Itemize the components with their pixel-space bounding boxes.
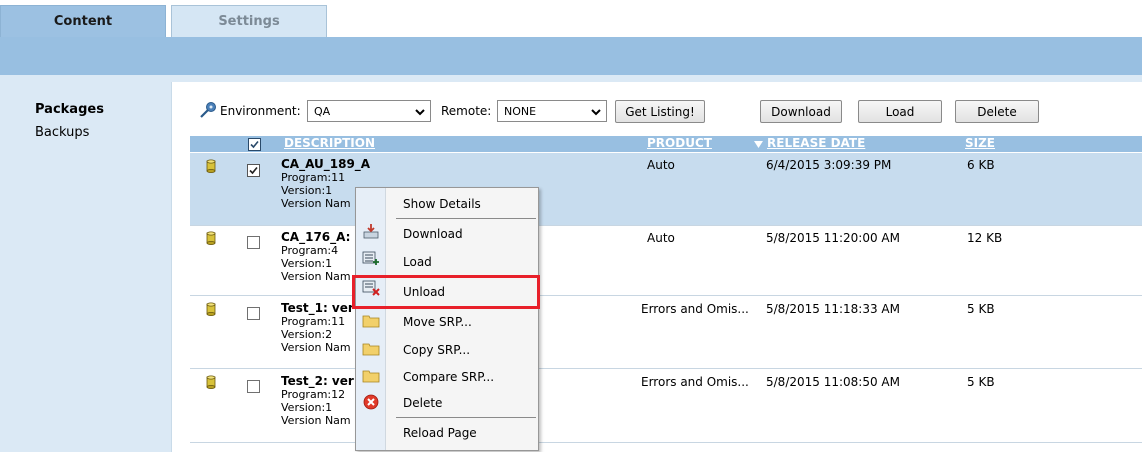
menu-separator: [396, 417, 536, 418]
menu-item-download[interactable]: Download: [403, 227, 463, 241]
row-version-name: Version Nam: [281, 414, 351, 427]
folder-icon: [362, 370, 380, 383]
row-description: Test_2: ver Program:12 Version:1 Version…: [281, 374, 354, 428]
package-icon: [206, 302, 216, 316]
remote-value: NONE: [504, 104, 537, 118]
package-icon: [206, 375, 216, 389]
folder-icon: [362, 315, 380, 328]
remote-label: Remote:: [441, 104, 492, 118]
download-icon: [363, 224, 379, 239]
row-product: Errors and Omis...: [641, 302, 749, 316]
row-size: 5 KB: [967, 375, 995, 389]
row-program: Program:11: [281, 315, 346, 328]
select-all-checkbox[interactable]: [248, 138, 261, 151]
header-banner: [0, 37, 1142, 75]
row-program: Program:12: [281, 388, 346, 401]
environment-key-icon: [200, 102, 216, 118]
row-release-date: 6/4/2015 3:09:39 PM: [766, 158, 892, 172]
row-version-name: Version Nam: [281, 341, 351, 354]
row-version: Version:1: [281, 257, 333, 270]
environment-value: QA: [314, 104, 331, 118]
header-size[interactable]: SIZE: [965, 136, 995, 150]
unload-highlight-box: [352, 275, 540, 309]
row-product: Errors and Omis...: [641, 375, 749, 389]
sidebar-item-backups[interactable]: Backups: [35, 125, 89, 140]
row-program: Program:11: [281, 171, 346, 184]
row-size: 12 KB: [967, 231, 1003, 245]
environment-select[interactable]: QA: [307, 100, 431, 122]
row-version: Version:1: [281, 401, 333, 414]
menu-item-move-srp[interactable]: Move SRP...: [403, 315, 472, 329]
package-icon: [206, 231, 216, 245]
header-description[interactable]: DESCRIPTION: [284, 136, 375, 150]
row-release-date: 5/8/2015 11:20:00 AM: [766, 231, 900, 245]
row-title: Test_2: ver: [281, 374, 354, 388]
row-program: Program:4: [281, 244, 339, 257]
row-description: Test_1: ver Program:11 Version:2 Version…: [281, 301, 354, 355]
header-product[interactable]: PRODUCT: [647, 136, 712, 150]
package-icon: [206, 159, 216, 173]
row-size: 5 KB: [967, 302, 995, 316]
get-listing-button[interactable]: Get Listing!: [615, 100, 705, 123]
row-product: Auto: [647, 231, 675, 245]
row-release-date: 5/8/2015 11:08:50 AM: [766, 375, 900, 389]
row-title: CA_176_A:: [281, 230, 351, 244]
row-title: Test_1: ver: [281, 301, 354, 315]
folder-icon: [362, 343, 380, 356]
chevron-down-icon: [415, 109, 425, 116]
remote-select[interactable]: NONE: [497, 100, 607, 122]
row-description: CA_176_A: Program:4 Version:1 Version Na…: [281, 230, 351, 284]
row-checkbox[interactable]: [247, 164, 260, 177]
load-button[interactable]: Load: [858, 100, 942, 123]
menu-item-load[interactable]: Load: [403, 255, 432, 269]
tab-bar: Content Settings: [0, 0, 1142, 37]
tab-content[interactable]: Content: [0, 5, 166, 37]
chevron-down-icon: [591, 109, 601, 116]
row-size: 6 KB: [967, 158, 995, 172]
menu-item-reload-page[interactable]: Reload Page: [403, 426, 477, 440]
menu-item-copy-srp[interactable]: Copy SRP...: [403, 343, 470, 357]
sidebar: Packages Backups: [0, 82, 172, 452]
menu-item-delete[interactable]: Delete: [403, 396, 442, 410]
context-menu: Show Details Download Load Unload Move S…: [355, 187, 539, 451]
menu-item-compare-srp[interactable]: Compare SRP...: [403, 370, 494, 384]
row-product: Auto: [647, 158, 675, 172]
sort-desc-icon: [754, 141, 763, 148]
row-title: CA_AU_189_A: [281, 157, 371, 171]
environment-label: Environment:: [220, 104, 301, 118]
header-release-date[interactable]: RELEASE DATE: [767, 136, 865, 150]
tab-settings[interactable]: Settings: [171, 5, 327, 37]
menu-item-show-details[interactable]: Show Details: [403, 197, 481, 211]
row-version: Version:2: [281, 328, 333, 341]
menu-separator: [396, 218, 536, 219]
load-icon: [362, 251, 379, 265]
delete-icon: [363, 394, 379, 410]
row-checkbox[interactable]: [247, 307, 260, 320]
row-checkbox[interactable]: [247, 380, 260, 393]
delete-button[interactable]: Delete: [955, 100, 1039, 123]
row-release-date: 5/8/2015 11:18:33 AM: [766, 302, 900, 316]
row-checkbox[interactable]: [247, 236, 260, 249]
row-version-name: Version Nam: [281, 270, 351, 283]
header-strip: [0, 75, 1142, 82]
download-button[interactable]: Download: [760, 100, 842, 123]
sidebar-item-packages[interactable]: Packages: [35, 102, 104, 117]
